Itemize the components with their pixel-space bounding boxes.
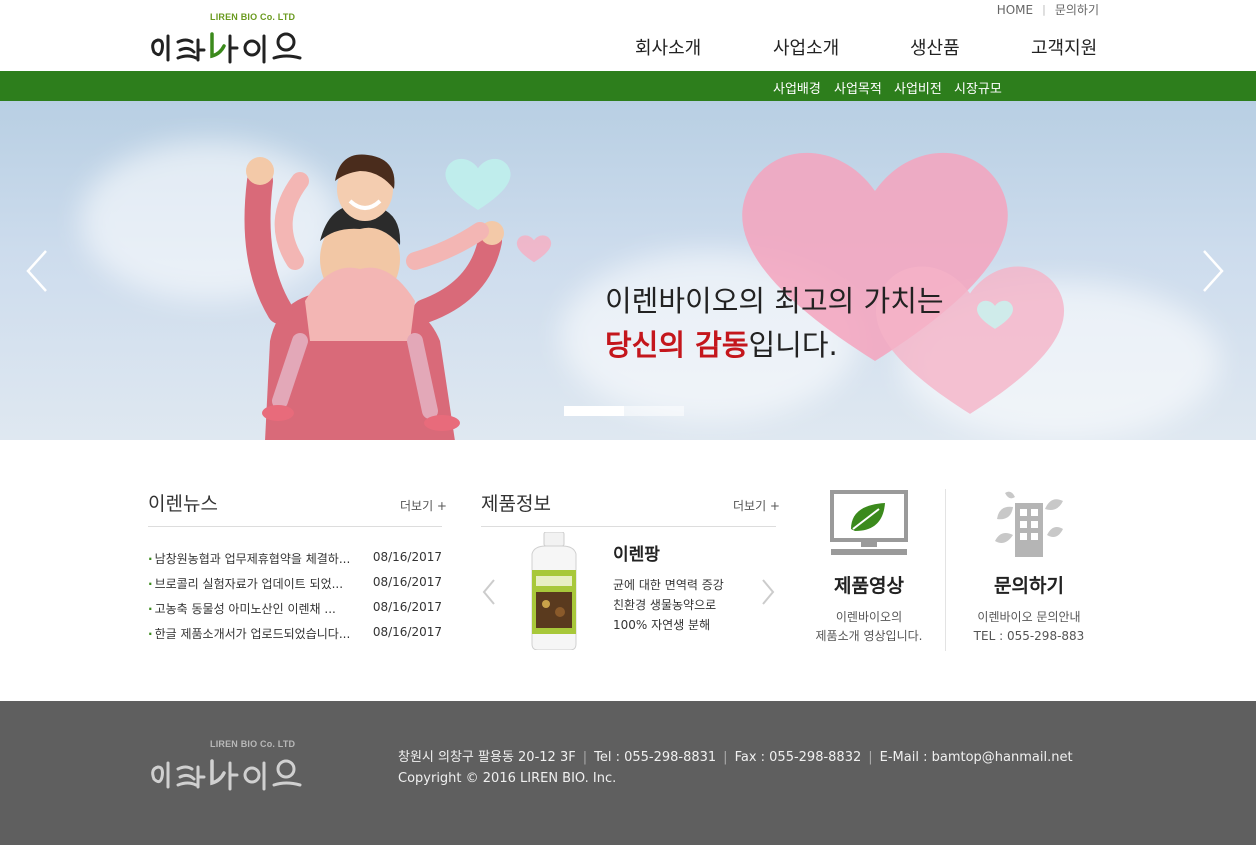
cyan-heart-right	[977, 300, 1013, 329]
footer-separator: |	[723, 750, 728, 765]
utility-nav: HOME | 문의하기	[997, 1, 1099, 18]
footer-fax: Fax : 055-298-8832	[734, 750, 862, 765]
product-prev-chevron-icon[interactable]	[481, 578, 497, 606]
hero-line2: 당신의 감동입니다.	[605, 323, 944, 367]
nav-products[interactable]: 생산품	[910, 34, 960, 60]
footer-email[interactable]: E-Mail : bamtop@hanmail.net	[880, 750, 1073, 765]
footer-info: 창원시 의창구 팔용동 20-12 3F | Tel : 055-298-8831 |…	[398, 747, 1073, 789]
video-box[interactable]: 제품영상 이렌바이오의 제품소개 영상입니다.	[806, 489, 932, 646]
nav-company[interactable]: 회사소개	[635, 34, 701, 60]
product-desc-line: 친환경 생물농약으로	[613, 598, 717, 612]
footer-separator: |	[868, 750, 873, 765]
slide-indicators	[564, 406, 684, 416]
inquiry-box-tel: TEL : 055-298-883	[973, 629, 1085, 643]
footer-separator: |	[582, 750, 588, 765]
product-description: 균에 대한 면역력 증강 친환경 생물농약으로 100% 자연생 분해	[613, 575, 724, 635]
subnav-vision[interactable]: 사업비전	[894, 78, 942, 97]
footer-logo-company-en: LIREN BIO Co. LTD	[210, 739, 296, 749]
product-desc-line: 100% 자연생 분해	[613, 618, 711, 632]
news-item-date: 08/16/2017	[372, 600, 442, 614]
news-item-date: 08/16/2017	[372, 550, 442, 564]
video-box-title: 제품영상	[834, 575, 904, 597]
news-item-title[interactable]: 남창원농협과 업무제휴협약을 체결하...	[148, 550, 351, 567]
subnav-purpose[interactable]: 사업목적	[834, 78, 882, 97]
hero-line2-rest: 입니다.	[748, 328, 838, 362]
site-header: HOME | 문의하기 LIREN BIO Co. LTD 회사소개 사업소개 …	[0, 0, 1256, 71]
footer-tel: Tel : 055-298-8831	[594, 750, 717, 765]
product-bottle-image[interactable]	[524, 532, 584, 650]
subnav-background[interactable]: 사업배경	[773, 78, 821, 97]
site-footer: LIREN BIO Co. LTD 창원시 의창구 팔용동 20-12 3F | T…	[0, 701, 1256, 845]
footer-logo: LIREN BIO Co. LTD	[148, 739, 338, 791]
main-nav: 회사소개 사업소개 생산품 고객지원	[0, 34, 1256, 62]
slide-indicator[interactable]	[624, 406, 684, 416]
product-more-link[interactable]: 더보기 +	[733, 497, 780, 514]
product-divider	[481, 526, 776, 527]
nav-business[interactable]: 사업소개	[773, 34, 839, 60]
news-item-date: 08/16/2017	[372, 575, 442, 589]
product-section-title: 제품정보	[481, 493, 551, 515]
video-box-desc: 제품소개 영상입니다.	[815, 629, 923, 643]
footer-logo-wordmark	[151, 759, 302, 791]
logo-company-en: LIREN BIO Co. LTD	[210, 12, 296, 22]
footer-address: 창원시 의창구 팔용동 20-12 3F	[398, 750, 576, 765]
subnav-market[interactable]: 시장규모	[954, 78, 1002, 97]
product-next-chevron-icon[interactable]	[760, 578, 776, 606]
news-item-title[interactable]: 고농축 동물성 아미노산인 이렌채 ...	[148, 600, 336, 617]
inquiry-box-title: 문의하기	[994, 575, 1064, 597]
news-title: 이렌뉴스	[148, 493, 218, 515]
product-name[interactable]: 이렌팡	[613, 540, 660, 565]
hero-copy: 이렌바이오의 최고의 가치는 당신의 감동입니다.	[605, 279, 944, 367]
next-slide-arrow-icon[interactable]	[1198, 247, 1228, 295]
sub-nav: 사업배경 사업목적 사업비전 시장규모	[0, 71, 1256, 101]
monitor-leaf-icon	[830, 490, 908, 555]
family-photo	[244, 154, 504, 440]
news-item-title[interactable]: 브로콜리 실험자료가 업데이트 되었...	[148, 575, 344, 592]
home-link[interactable]: HOME	[997, 3, 1033, 17]
news-more-link[interactable]: 더보기 +	[400, 497, 447, 514]
nav-support[interactable]: 고객지원	[1031, 34, 1097, 60]
inquiry-link[interactable]: 문의하기	[1055, 1, 1099, 18]
hero-line1: 이렌바이오의 최고의 가치는	[605, 284, 944, 318]
building-leaf-icon	[995, 491, 1063, 557]
hero-slider: 이렌바이오의 최고의 가치는 당신의 감동입니다.	[0, 101, 1256, 440]
news-item-date: 08/16/2017	[372, 625, 442, 639]
box-separator	[945, 489, 946, 651]
video-box-desc: 이렌바이오의	[835, 610, 903, 624]
pink-heart-small	[516, 235, 552, 263]
footer-copyright: Copyright © 2016 LIREN BIO. Inc.	[398, 771, 617, 786]
footer-contact-line: 창원시 의창구 팔용동 20-12 3F | Tel : 055-298-8831 |…	[398, 747, 1073, 768]
prev-slide-arrow-icon[interactable]	[22, 247, 52, 295]
news-divider	[148, 526, 442, 527]
slide-indicator-active[interactable]	[564, 406, 624, 416]
inquiry-box-desc: 이렌바이오 문의안내	[977, 610, 1081, 624]
hero-highlight: 당신의 감동	[605, 328, 749, 362]
inquiry-box[interactable]: 문의하기 이렌바이오 문의안내 TEL : 055-298-883	[966, 489, 1092, 646]
util-separator: |	[1042, 3, 1046, 16]
news-item-title[interactable]: 한글 제품소개서가 업로드되었습니다...	[148, 625, 351, 642]
product-desc-line: 균에 대한 면역력 증강	[613, 578, 724, 592]
